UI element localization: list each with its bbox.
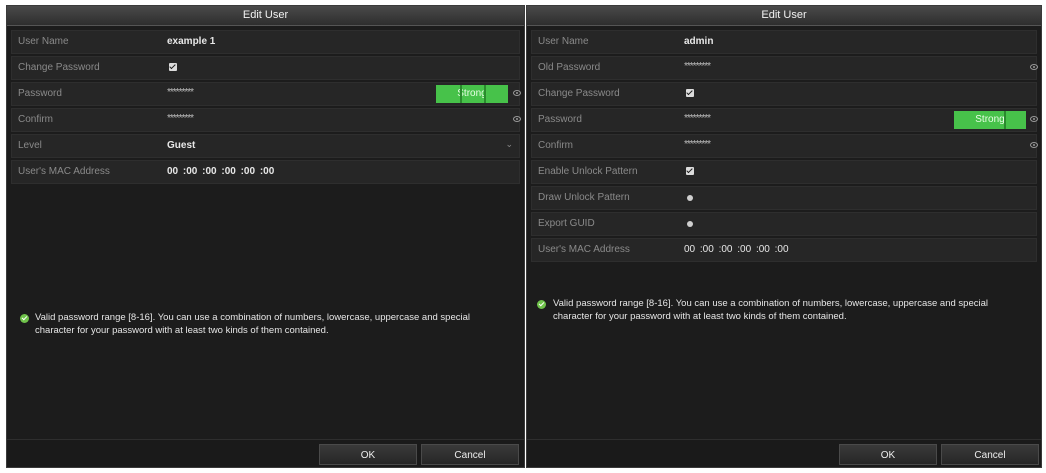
confirm-label: Confirm	[18, 114, 54, 125]
ok-button[interactable]: OK	[839, 444, 937, 465]
edit-user-dialog-right: Edit User User Name admin Old Password *…	[526, 5, 1042, 468]
old-password-label: Old Password	[538, 62, 601, 73]
user-name-row: User Name example 1	[11, 30, 520, 54]
level-row: Level Guest ⌄	[11, 134, 520, 158]
strength-segment-divider	[484, 85, 486, 103]
eye-icon[interactable]	[513, 90, 521, 96]
export-guid-row: Export GUID	[531, 212, 1037, 236]
old-password-row: Old Password *********	[531, 56, 1038, 80]
password-strength-label: Strong	[975, 114, 1005, 125]
user-name-label: User Name	[18, 36, 69, 47]
mac-address-label: User's MAC Address	[538, 244, 630, 255]
form-rows: User Name example 1 Change Password Pass…	[7, 26, 524, 184]
mac-address-label: User's MAC Address	[18, 166, 110, 177]
password-label: Password	[538, 114, 582, 125]
change-password-row: Change Password	[11, 56, 520, 80]
level-label: Level	[18, 140, 42, 151]
edit-user-dialog-left: Edit User User Name example 1 Change Pas…	[6, 5, 525, 468]
export-guid-label: Export GUID	[538, 218, 595, 229]
confirm-field[interactable]: *********	[684, 135, 711, 155]
eye-icon[interactable]	[1030, 64, 1038, 70]
password-strength-bar: Strong	[436, 85, 508, 103]
strength-segment-divider	[460, 85, 462, 103]
password-field[interactable]: *********	[167, 83, 194, 103]
dialog-title: Edit User	[7, 6, 524, 26]
cancel-button[interactable]: Cancel	[421, 444, 519, 465]
user-name-row: User Name admin	[531, 30, 1037, 54]
cancel-button[interactable]: Cancel	[941, 444, 1039, 465]
password-hint: Valid password range [8-16]. You can use…	[35, 312, 470, 336]
password-row: Password ********* Strong	[11, 82, 521, 106]
draw-unlock-pattern-button[interactable]	[687, 195, 693, 201]
change-password-checkbox[interactable]	[686, 89, 694, 97]
change-password-label: Change Password	[538, 88, 620, 99]
user-name-field[interactable]: example 1	[167, 31, 215, 53]
eye-icon[interactable]	[1030, 116, 1038, 122]
eye-icon[interactable]	[513, 116, 521, 122]
confirm-field[interactable]: *********	[167, 109, 194, 129]
form-rows: User Name admin Old Password ********* C…	[527, 26, 1041, 262]
user-name-label: User Name	[538, 36, 589, 47]
enable-unlock-pattern-checkbox[interactable]	[686, 167, 694, 175]
draw-unlock-pattern-row: Draw Unlock Pattern	[531, 186, 1037, 210]
password-label: Password	[18, 88, 62, 99]
check-circle-icon	[537, 300, 546, 309]
password-strength-bar: Strong	[954, 111, 1026, 129]
confirm-label: Confirm	[538, 140, 574, 151]
strength-segment-divider	[1004, 111, 1006, 129]
dialog-title: Edit User	[527, 6, 1041, 26]
export-guid-button[interactable]	[687, 221, 693, 227]
mac-address-row: User's MAC Address 00 :00 :00 :00 :00 :0…	[11, 160, 520, 184]
enable-unlock-pattern-row: Enable Unlock Pattern	[531, 160, 1037, 184]
confirm-row: Confirm *********	[531, 134, 1038, 158]
confirm-row: Confirm *********	[11, 108, 521, 132]
draw-unlock-pattern-label: Draw Unlock Pattern	[538, 192, 630, 203]
change-password-row: Change Password	[531, 82, 1037, 106]
password-row: Password ********* Strong	[531, 108, 1038, 132]
change-password-label: Change Password	[18, 62, 100, 73]
mac-address-field[interactable]: 00 :00 :00 :00 :00 :00	[684, 239, 789, 261]
check-circle-icon	[20, 314, 29, 323]
mac-address-row: User's MAC Address 00 :00 :00 :00 :00 :0…	[531, 238, 1037, 262]
eye-icon[interactable]	[1030, 142, 1038, 148]
password-field[interactable]: *********	[684, 109, 711, 129]
ok-button[interactable]: OK	[319, 444, 417, 465]
dialog-footer: OK Cancel	[527, 439, 1041, 467]
dialog-footer: OK Cancel	[7, 439, 524, 467]
old-password-field[interactable]: *********	[684, 57, 711, 77]
level-select[interactable]: Guest	[167, 135, 195, 157]
chevron-down-icon[interactable]: ⌄	[505, 139, 513, 150]
enable-unlock-pattern-label: Enable Unlock Pattern	[538, 166, 638, 177]
change-password-checkbox[interactable]	[169, 63, 177, 71]
mac-address-field[interactable]: 00 :00 :00 :00 :00 :00	[167, 161, 274, 183]
user-name-field[interactable]: admin	[684, 31, 713, 53]
password-hint: Valid password range [8-16]. You can use…	[553, 298, 988, 322]
